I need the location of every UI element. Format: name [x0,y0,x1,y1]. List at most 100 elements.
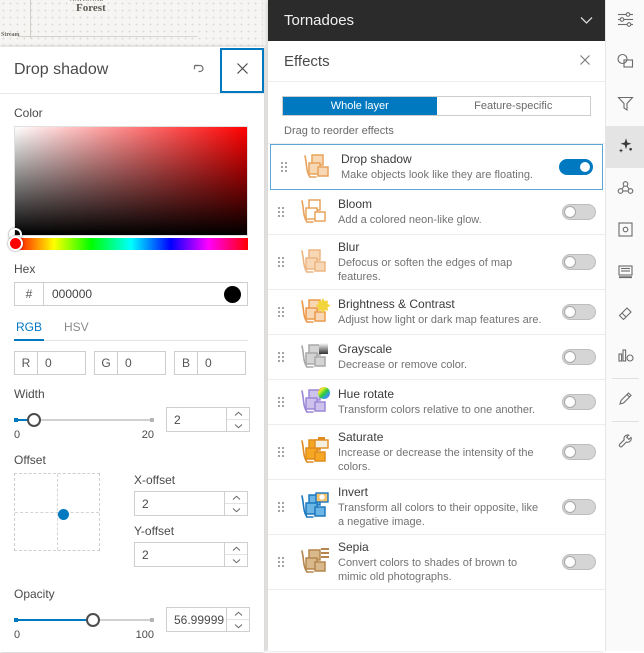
basemap-icon [616,52,635,74]
effect-toggle[interactable] [562,349,596,365]
undo-button[interactable] [176,47,220,93]
effect-row[interactable]: Saturate Increase or decrease the intensi… [268,425,605,480]
tab-rgb[interactable]: RGB [14,318,45,341]
filter-icon [616,94,635,116]
hue-slider-thumb[interactable] [8,236,23,251]
effect-row[interactable]: Blur Defocus or soften the edges of map f… [268,235,605,290]
drag-handle-icon[interactable] [268,500,294,514]
effect-text: Saturate Increase or decrease the intensi… [338,430,553,474]
width-decrement-button[interactable] [227,419,249,431]
effect-text: Brightness & Contrast Adjust how light or… [338,297,553,327]
edit-button[interactable] [606,379,644,421]
drag-handle-icon[interactable] [268,305,294,319]
tab-whole-layer[interactable]: Whole layer [283,97,437,115]
drag-handle-icon[interactable] [268,445,294,459]
opacity-value[interactable]: 56.99999 [167,608,226,631]
red-channel-field[interactable]: R 0 [14,351,86,375]
drag-handle-icon[interactable] [268,555,294,569]
x-offset-stepper[interactable]: 2 [134,491,248,516]
layer-collapse-button[interactable] [567,14,605,28]
invert-effect-icon [294,490,338,524]
drag-handle-icon[interactable] [268,395,294,409]
tab-feature-specific[interactable]: Feature-specific [436,97,590,115]
drag-handle-icon[interactable] [271,160,297,174]
hex-input-row[interactable]: # [14,282,248,306]
drop-shadow-header: Drop shadow [0,47,264,94]
opacity-decrement-button[interactable] [227,619,249,631]
effect-row[interactable]: Grayscale Decrease or remove color. [268,335,605,380]
effect-toggle[interactable] [559,159,593,175]
effects-button[interactable] [606,126,644,168]
grayscale-effect-icon [294,340,338,374]
width-value[interactable]: 2 [167,408,226,431]
chart-settings-button[interactable] [606,336,644,378]
basemap-button[interactable] [606,42,644,84]
effect-toggle[interactable] [562,444,596,460]
effect-toggle[interactable] [562,254,596,270]
drag-handle-icon[interactable] [268,205,294,219]
opacity-slider-thumb[interactable] [85,613,100,627]
brightness-contrast-effect-icon [294,295,338,329]
blur-effect-icon [294,245,338,279]
effect-toggle[interactable] [562,394,596,410]
effect-toggle[interactable] [562,499,596,515]
blue-channel-field[interactable]: B 0 [174,351,246,375]
offset-pad-handle[interactable] [58,509,69,520]
y-offset-decrement-button[interactable] [225,554,247,566]
tab-hsv[interactable]: HSV [62,318,91,341]
effect-row[interactable]: Bloom Add a colored neon-like glow. [268,190,605,235]
x-offset-increment-button[interactable] [225,492,247,503]
wrench-button[interactable] [606,422,644,464]
effect-name: Grayscale [338,342,393,356]
close-drop-shadow-button[interactable] [220,47,264,93]
hex-prefix-label: # [15,283,44,305]
effect-row[interactable]: Invert Transform all colors to their oppo… [268,480,605,535]
hex-input[interactable] [44,286,224,302]
page-title: Drop shadow [14,61,109,78]
chart-settings-icon [616,346,635,368]
y-offset-stepper[interactable]: 2 [134,542,248,567]
effect-row[interactable]: Hue rotate Transform colors relative to o… [268,380,605,425]
y-offset-increment-button[interactable] [225,543,247,554]
offset-pad-horizontal-guide [15,512,99,513]
drag-handle-icon[interactable] [268,255,294,269]
settings-box-button[interactable] [606,210,644,252]
hue-slider[interactable] [8,236,248,251]
offset-pad[interactable] [14,473,100,551]
width-increment-button[interactable] [227,408,249,419]
y-offset-value[interactable]: 2 [135,543,224,566]
opacity-stepper[interactable]: 56.99999 [166,607,250,632]
color-swatch[interactable] [224,285,241,303]
hue-rotate-effect-icon [294,385,338,419]
effect-description: Adjust how light or dark map features ar… [338,314,542,326]
effect-row[interactable]: Brightness & Contrast Adjust how light or… [268,290,605,335]
sliders-icon [616,10,635,32]
style-button[interactable] [606,294,644,336]
effect-toggle-cell [553,254,605,270]
effect-name: Invert [338,485,369,499]
opacity-slider[interactable]: 0 100 [14,607,154,641]
filter-button[interactable] [606,84,644,126]
saturation-value-picker[interactable] [9,126,248,241]
green-channel-field[interactable]: G 0 [94,351,166,375]
close-effects-button[interactable] [565,54,605,69]
drag-handle-icon[interactable] [268,350,294,364]
effect-row[interactable]: Drop shadow Make objects look like they a… [270,144,603,190]
legend-button[interactable] [606,252,644,294]
effects-title: Effects [284,52,330,70]
sliders-button[interactable] [606,0,644,42]
red-channel-value[interactable]: 0 [38,352,85,374]
width-slider-thumb[interactable] [26,413,41,427]
blue-channel-value[interactable]: 0 [198,352,245,374]
analysis-button[interactable] [606,168,644,210]
width-slider[interactable]: 0 20 [14,407,154,441]
green-channel-value[interactable]: 0 [118,352,165,374]
width-stepper[interactable]: 2 [166,407,250,432]
x-offset-value[interactable]: 2 [135,492,224,515]
effect-row[interactable]: Sepia Convert colors to shades of brown t… [268,535,605,590]
x-offset-decrement-button[interactable] [225,503,247,515]
effect-toggle[interactable] [562,304,596,320]
effect-toggle[interactable] [562,554,596,570]
opacity-increment-button[interactable] [227,608,249,619]
effect-toggle[interactable] [562,204,596,220]
